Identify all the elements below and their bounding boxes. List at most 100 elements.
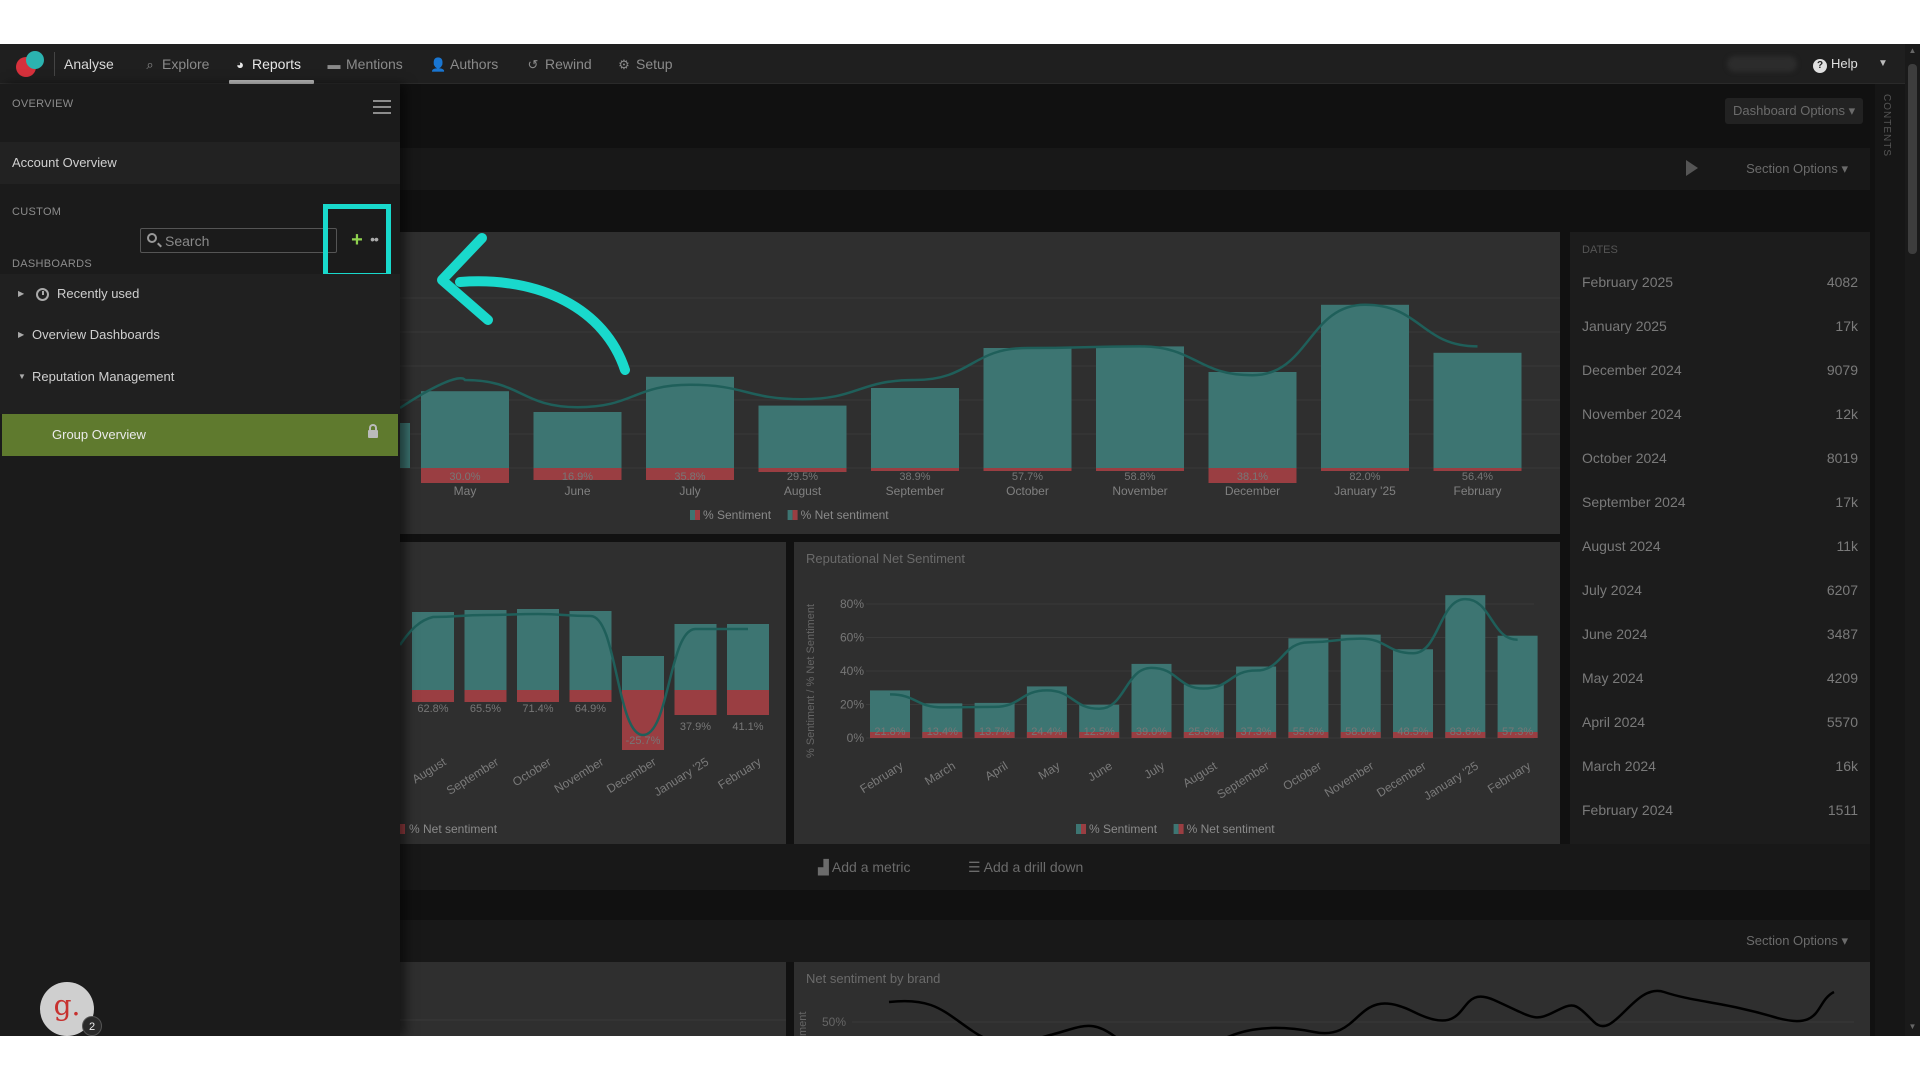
date-count: 17k	[1835, 318, 1858, 334]
bar	[533, 412, 622, 468]
data-label: 58.8%	[1124, 471, 1155, 483]
dashboard-search-field[interactable]	[140, 228, 337, 253]
nav-reports[interactable]: ◕ Reports	[232, 44, 301, 84]
date-count: 3487	[1826, 626, 1858, 642]
panel-title: Reputational Net Sentiment	[806, 551, 965, 566]
custom-label: CUSTOM	[12, 206, 62, 218]
data-label: 39.0%	[1136, 726, 1167, 738]
x-tick-label: August	[409, 754, 449, 786]
scroll-up-icon[interactable]: ▲	[1908, 46, 1917, 55]
bar-negative	[517, 690, 559, 702]
user-icon: 👤	[430, 57, 447, 72]
date-count: 4209	[1826, 670, 1858, 686]
bar	[400, 423, 410, 468]
nav-analyse[interactable]: Analyse	[64, 44, 114, 84]
date-row[interactable]: October 2024 8019	[1570, 436, 1870, 480]
x-tick-label: August	[784, 484, 822, 498]
brand-tick: 50%	[822, 1015, 846, 1029]
y-axis-label: % Sentiment / % Net Sentiment	[805, 604, 817, 758]
lower-left-chart	[400, 1019, 786, 1021]
tree-item-group-overview[interactable]: Group Overview	[2, 414, 398, 456]
hamburger-menu-icon[interactable]	[373, 100, 391, 114]
date-count: 17k	[1835, 494, 1858, 510]
date-label: May 2024	[1582, 670, 1644, 686]
dashboard-search-input[interactable]	[165, 231, 330, 250]
legend-swatch	[792, 510, 798, 520]
date-row[interactable]: July 2024 6207	[1570, 568, 1870, 612]
date-row[interactable]: March 2024 16k	[1570, 744, 1870, 788]
scroll-thumb[interactable]	[1908, 64, 1917, 254]
lower-left-panel	[400, 962, 786, 1036]
nav-explore[interactable]: ⌕ Explore	[142, 44, 209, 84]
help-icon: ?	[1813, 59, 1827, 73]
brand-logo[interactable]	[16, 51, 46, 77]
data-label: 25.6%	[1188, 726, 1219, 738]
legend-label: % Net sentiment	[409, 822, 498, 836]
x-tick-label: February	[715, 755, 763, 792]
bar-negative	[464, 690, 507, 702]
history-icon	[36, 288, 49, 301]
date-count: 9079	[1826, 362, 1858, 378]
data-label: 48.5%	[1397, 726, 1428, 738]
date-row[interactable]: December 2024 9079	[1570, 348, 1870, 392]
dashboard-options-button[interactable]: Dashboard Options ▾	[1725, 98, 1864, 124]
x-tick-label: December	[1225, 484, 1280, 498]
data-label: 55.6%	[1293, 726, 1324, 738]
x-tick-label: January '25	[1421, 759, 1481, 804]
date-count: 8019	[1826, 450, 1858, 466]
legend-swatch	[400, 824, 405, 834]
help-menu[interactable]: ? Help	[1813, 44, 1858, 84]
nav-authors[interactable]: 👤 Authors	[430, 44, 498, 84]
x-tick-label: February	[1453, 484, 1501, 498]
section-options-button-2[interactable]: Section Options ▾	[1746, 920, 1848, 962]
account-overview-link[interactable]: Account Overview	[0, 142, 400, 184]
play-icon[interactable]	[1686, 160, 1698, 176]
nav-divider	[54, 52, 55, 76]
section-header-2: Section Options ▾	[400, 920, 1870, 962]
date-row[interactable]: February 2025 4082	[1570, 260, 1870, 304]
legend-swatch	[1178, 824, 1184, 834]
date-row[interactable]: June 2024 3487	[1570, 612, 1870, 656]
user-menu-blurred[interactable]	[1727, 56, 1797, 72]
y-tick-label: 60%	[840, 631, 864, 645]
date-row[interactable]: April 2024 5570	[1570, 700, 1870, 744]
x-tick-label: November	[552, 755, 606, 796]
data-label: 58.0%	[1345, 726, 1376, 738]
date-row[interactable]: February 2024 1511	[1570, 788, 1870, 832]
date-label: December 2024	[1582, 362, 1682, 378]
page-scrollbar[interactable]: ▲ ▼	[1905, 44, 1920, 1036]
date-row[interactable]: May 2024 4209	[1570, 656, 1870, 700]
data-label: 37.3%	[1240, 726, 1271, 738]
tree-item-reputation-management[interactable]: ▼ Reputation Management	[0, 357, 400, 397]
date-label: November 2024	[1582, 406, 1682, 422]
legend-label: % Net sentiment	[1187, 822, 1276, 836]
x-tick-label: December	[1374, 759, 1428, 800]
x-tick-label: May	[1036, 759, 1063, 783]
date-label: June 2024	[1582, 626, 1648, 642]
contents-strip[interactable]: CONTENTS	[1875, 84, 1905, 1036]
date-row[interactable]: November 2024 12k	[1570, 392, 1870, 436]
nav-setup[interactable]: ⚙ Setup	[616, 44, 672, 84]
section-options-button[interactable]: Section Options ▾	[1746, 148, 1848, 190]
brand-axis-label: ment	[797, 1012, 809, 1036]
date-row[interactable]: August 2024 11k	[1570, 524, 1870, 568]
tree-item-recently-used[interactable]: ▶ Recently used	[0, 274, 400, 314]
nav-mentions[interactable]: ▬ Mentions	[326, 44, 403, 84]
x-tick-label: September	[1214, 759, 1271, 802]
nav-rewind[interactable]: ↺ Rewind	[525, 44, 592, 84]
data-label: 62.8%	[417, 703, 448, 715]
date-row[interactable]: January 2025 17k	[1570, 304, 1870, 348]
scroll-down-icon[interactable]: ▼	[1908, 1022, 1917, 1031]
tree-item-overview-dashboards[interactable]: ▶ Overview Dashboards	[0, 315, 400, 355]
bar	[1497, 635, 1538, 738]
chevron-down-icon[interactable]: ▼	[1878, 44, 1888, 84]
date-count: 16k	[1835, 758, 1858, 774]
add-metric-button[interactable]: ▟ Add a metric	[818, 844, 910, 890]
add-drilldown-button[interactable]: ☰ Add a drill down	[968, 844, 1083, 890]
date-count: 11k	[1836, 538, 1858, 554]
x-tick-label: August	[1180, 758, 1220, 790]
dashboards-tree: ▶ Recently used ▶ Overview Dashboards ▼ …	[0, 274, 400, 414]
date-label: August 2024	[1582, 538, 1661, 554]
dashboard-sidebar: OVERVIEW Account Overview CUSTOM + •• DA…	[0, 84, 400, 1036]
date-row[interactable]: September 2024 17k	[1570, 480, 1870, 524]
